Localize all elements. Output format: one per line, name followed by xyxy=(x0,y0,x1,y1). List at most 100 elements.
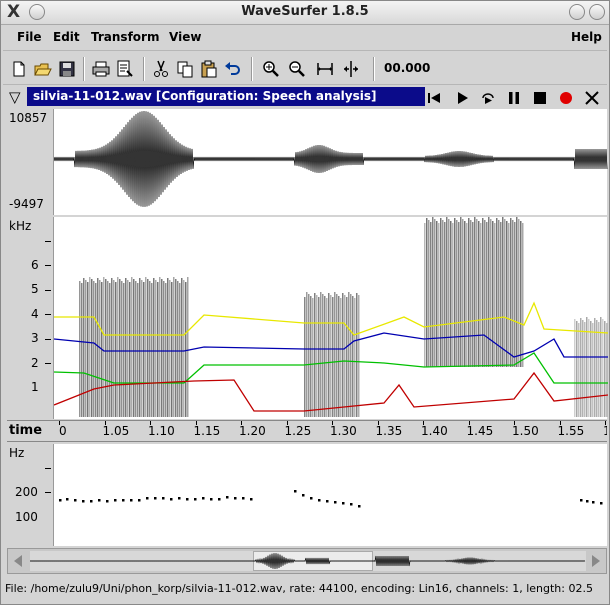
spectrogram-area[interactable] xyxy=(53,217,609,419)
waveform-plot xyxy=(53,110,608,207)
time-axis-label: time xyxy=(9,423,43,438)
spectrogram-column xyxy=(87,282,89,417)
pitch-point xyxy=(98,499,101,502)
open-folder-icon[interactable] xyxy=(33,59,53,79)
time-tick-label: 1.35 xyxy=(375,424,403,438)
collapse-triangle-icon[interactable]: ▽ xyxy=(9,88,21,106)
spectrogram-column xyxy=(97,278,99,417)
spectrogram-column xyxy=(123,283,125,417)
properties-icon[interactable] xyxy=(115,59,135,79)
spectrogram-column xyxy=(173,277,175,417)
close-icon[interactable] xyxy=(583,89,601,107)
new-file-icon[interactable] xyxy=(9,59,29,79)
pitch-point xyxy=(210,498,213,501)
pitch-area[interactable] xyxy=(53,444,607,546)
play-icon[interactable] xyxy=(453,89,471,107)
spectrogram-tick-4: 4 xyxy=(31,307,39,321)
spectrogram-column xyxy=(478,221,480,367)
pitch-tick-100: 100 xyxy=(15,510,38,524)
spectrogram-column xyxy=(135,281,137,417)
spectrogram-column xyxy=(488,217,490,367)
pitch-point xyxy=(162,497,165,500)
spectrogram-column xyxy=(454,218,456,367)
spectrogram-pane[interactable]: kHz 6 5 4 3 2 1 xyxy=(7,217,609,419)
play-loop-icon[interactable] xyxy=(479,89,497,107)
paste-icon[interactable] xyxy=(199,59,219,79)
spectrogram-column xyxy=(157,282,159,417)
spectrogram-column xyxy=(450,221,452,367)
spectrogram-column xyxy=(79,281,81,417)
zoom-selection-icon[interactable] xyxy=(315,59,335,79)
save-icon[interactable] xyxy=(57,59,77,79)
scroll-left-icon[interactable] xyxy=(10,552,28,570)
menu-view[interactable]: View xyxy=(169,30,201,44)
axis-tick xyxy=(45,241,51,242)
pitch-unit-label: Hz xyxy=(9,446,25,460)
pitch-point xyxy=(600,502,603,505)
menu-transform[interactable]: Transform xyxy=(91,30,159,44)
title-bar[interactable]: X WaveSurfer 1.8.5 xyxy=(1,1,609,25)
spectrogram-column xyxy=(105,279,107,417)
pause-icon[interactable] xyxy=(505,89,523,107)
cut-icon[interactable] xyxy=(151,59,171,79)
pitch-point xyxy=(82,500,85,503)
time-tick-label: 1.05 xyxy=(102,424,130,438)
toolbar-separator xyxy=(373,57,375,81)
skip-to-start-icon[interactable] xyxy=(425,89,443,107)
spectrogram-column xyxy=(508,223,510,367)
toolbar-separator xyxy=(143,57,145,81)
spectrogram-column xyxy=(482,218,484,367)
zoom-out-icon[interactable] xyxy=(287,59,307,79)
spectrogram-column xyxy=(424,223,426,367)
copy-icon[interactable] xyxy=(175,59,195,79)
zoom-all-icon[interactable] xyxy=(341,59,361,79)
time-tick-label: 1.15 xyxy=(193,424,221,438)
spectrogram-axis: kHz 6 5 4 3 2 1 xyxy=(7,217,53,419)
waveform-pane[interactable]: 10857 -9497 xyxy=(7,109,608,215)
spectrogram-column xyxy=(89,277,91,417)
menu-edit[interactable]: Edit xyxy=(53,30,80,44)
spectrogram-column xyxy=(462,219,464,367)
time-tick-label: 1 xyxy=(603,424,607,438)
pitch-point xyxy=(358,505,361,508)
spectrogram-column xyxy=(177,281,179,417)
pitch-pane[interactable]: Hz 200 100 xyxy=(7,444,607,546)
axis-tick xyxy=(45,314,51,315)
spectrogram-column xyxy=(442,220,444,367)
axis-tick xyxy=(45,468,51,469)
spectrogram-column xyxy=(578,323,580,417)
menu-file[interactable]: File xyxy=(17,30,42,44)
spectrogram-column xyxy=(183,280,185,417)
spectrogram-column xyxy=(155,280,157,417)
spectrogram-column xyxy=(121,281,123,417)
spectrogram-column xyxy=(103,277,105,417)
zoom-in-icon[interactable] xyxy=(261,59,281,79)
time-tick-label: 0 xyxy=(59,424,67,438)
stop-icon[interactable] xyxy=(531,89,549,107)
spectrogram-column xyxy=(350,294,352,417)
pitch-point xyxy=(146,497,149,500)
pitch-point xyxy=(130,499,133,502)
scroll-right-icon[interactable] xyxy=(586,552,604,570)
print-icon[interactable] xyxy=(91,59,111,79)
spectrogram-column xyxy=(336,294,338,417)
axis-tick xyxy=(45,290,51,291)
spectrogram-tick-1: 1 xyxy=(31,380,39,394)
circle-button-icon[interactable] xyxy=(569,4,585,20)
waveform-area[interactable] xyxy=(53,109,608,215)
spectrogram-column xyxy=(436,221,438,367)
spectrogram-column xyxy=(584,322,586,417)
pitch-point xyxy=(218,498,221,501)
menu-help[interactable]: Help xyxy=(571,30,602,44)
spectrogram-column xyxy=(322,294,324,417)
undo-icon[interactable] xyxy=(223,59,243,79)
record-icon[interactable] xyxy=(557,89,575,107)
overview-scrollbar[interactable] xyxy=(7,548,607,574)
application-window: X WaveSurfer 1.8.5 File Edit Transform V… xyxy=(0,0,610,605)
status-bar: File: /home/zulu9/Uni/phon_korp/silvia-1… xyxy=(5,582,593,595)
pitch-point xyxy=(170,498,173,501)
spectrogram-column xyxy=(476,219,478,367)
circle-button-icon[interactable] xyxy=(589,4,605,20)
axis-tick xyxy=(45,265,51,266)
pitch-point xyxy=(234,497,237,500)
